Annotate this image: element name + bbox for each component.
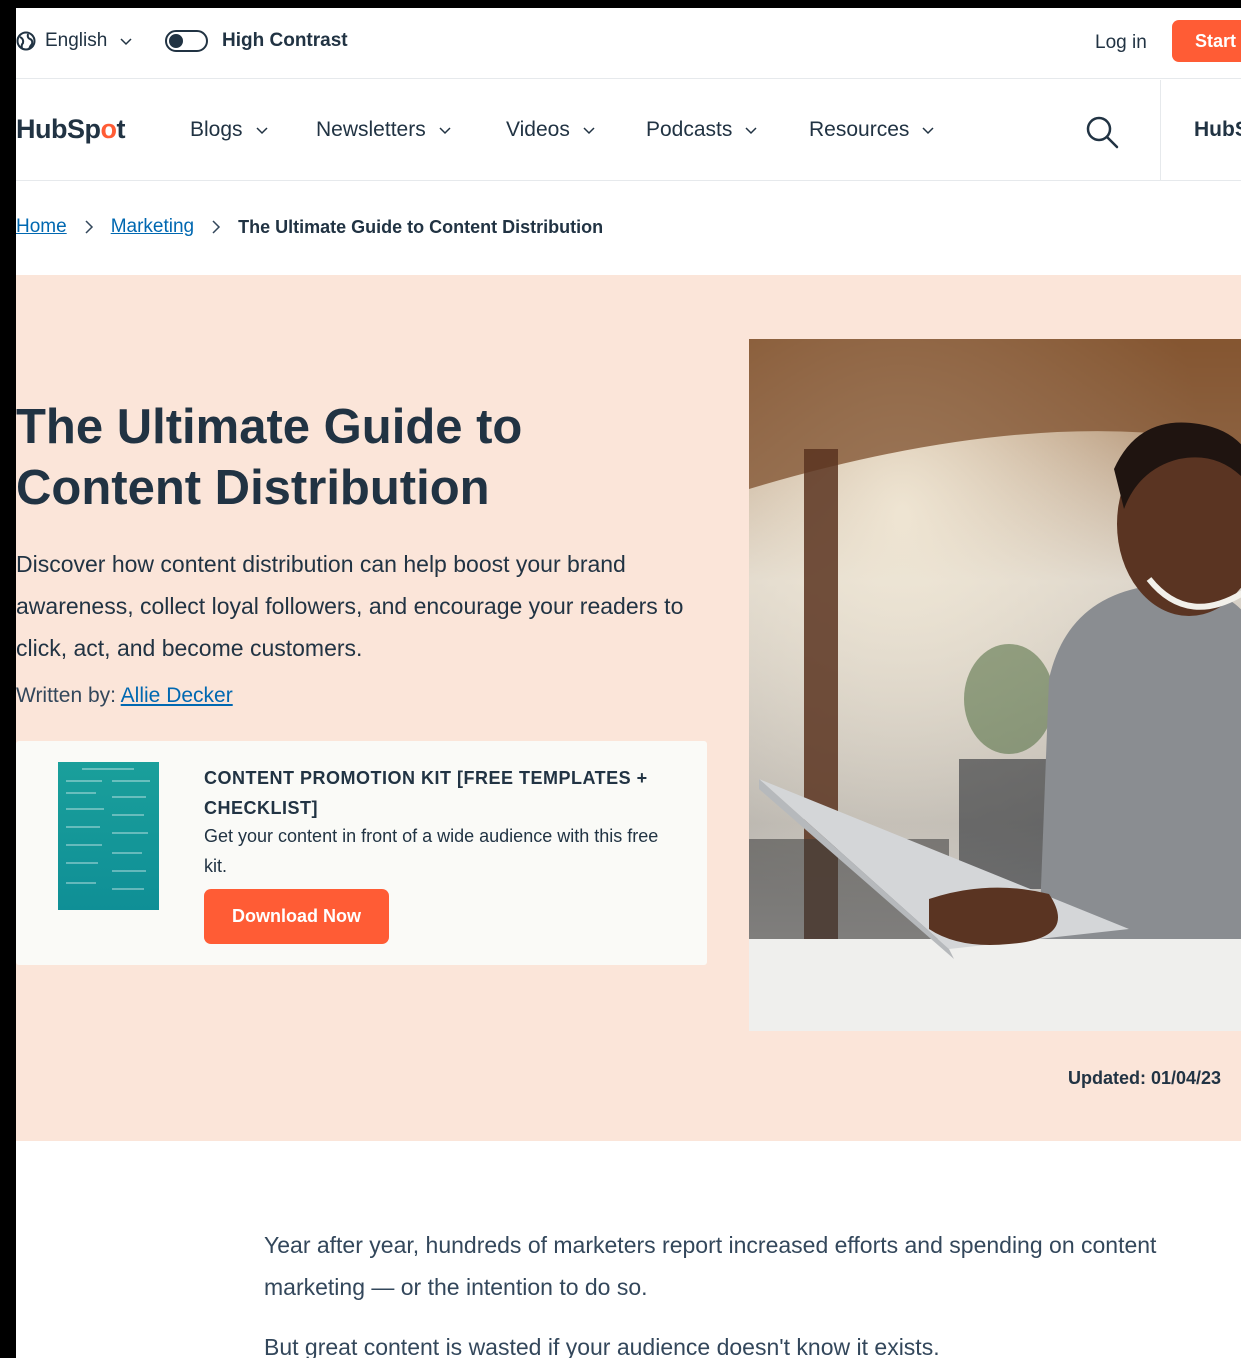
- offer-card: CONTENT PROMOTION KIT [FREE TEMPLATES + …: [16, 741, 707, 965]
- thumb-line: [66, 780, 102, 782]
- offer-thumbnail[interactable]: [58, 762, 159, 910]
- breadcrumb-current: The Ultimate Guide to Content Distributi…: [238, 216, 604, 237]
- chevron-down-icon: [583, 127, 595, 135]
- byline-label: Written by:: [16, 684, 116, 707]
- byline: Written by: Allie Decker: [16, 684, 233, 708]
- hubspot-logo[interactable]: HubSpot: [16, 114, 125, 145]
- article-body: Year after year, hundreds of marketers r…: [264, 1224, 1184, 1358]
- chevron-down-icon: [256, 127, 268, 135]
- article-paragraph: But great content is wasted if your audi…: [264, 1334, 940, 1358]
- logo-prefix: HubSp: [16, 114, 101, 144]
- utility-bar: English High Contrast Log in Start: [16, 8, 1241, 79]
- author-link[interactable]: Allie Decker: [121, 684, 233, 707]
- thumb-line: [66, 792, 96, 794]
- nav-label: Videos: [506, 118, 570, 141]
- page-title: The Ultimate Guide to Content Distributi…: [16, 400, 523, 515]
- offer-description: Get your content in front of a wide audi…: [204, 826, 659, 876]
- thumb-line: [112, 814, 144, 816]
- language-label: English: [45, 30, 108, 51]
- hero-section: The Ultimate Guide to Content Distributi…: [16, 275, 1241, 1141]
- search-icon[interactable]: [1085, 115, 1119, 149]
- nav-item-blogs[interactable]: Blogs: [190, 118, 268, 142]
- language-selector[interactable]: English: [16, 30, 132, 52]
- thumb-line: [112, 832, 148, 834]
- logo-suffix: t: [116, 114, 126, 144]
- nav-label: Blogs: [190, 118, 243, 141]
- offer-title: CONTENT PROMOTION KIT [FREE TEMPLATES + …: [204, 768, 648, 818]
- nav-label: Newsletters: [316, 118, 426, 141]
- thumb-line: [112, 852, 142, 854]
- login-link[interactable]: Log in: [1095, 32, 1147, 54]
- thumb-line: [66, 862, 98, 864]
- start-button[interactable]: Start: [1172, 20, 1241, 62]
- thumb-line: [82, 768, 134, 770]
- updated-date: Updated: 01/04/23: [1068, 1068, 1222, 1088]
- chevron-down-icon: [922, 127, 934, 135]
- hero-photo-illustration: [749, 339, 1241, 1031]
- toggle-knob: [169, 34, 183, 48]
- page: English High Contrast Log in Start HubSp…: [16, 8, 1241, 1358]
- article-paragraph: Year after year, hundreds of marketers r…: [264, 1232, 1157, 1300]
- download-now-button[interactable]: Download Now: [204, 889, 389, 944]
- chevron-right-icon: [85, 220, 93, 234]
- nav-label: Resources: [809, 118, 910, 141]
- chevron-down-icon: [439, 127, 451, 135]
- thumb-line: [112, 780, 150, 782]
- thumb-line: [66, 882, 96, 884]
- chevron-right-icon: [212, 220, 221, 234]
- thumb-line: [112, 888, 144, 890]
- logo-sprocket: o: [100, 114, 118, 144]
- thumb-line: [66, 808, 104, 810]
- main-nav: HubSpot Blogs Newsletters Videos Podcast…: [16, 80, 1241, 181]
- hubspot-products-link[interactable]: HubS: [1194, 118, 1241, 142]
- breadcrumb: Home Marketing The Ultimate Guide to Con…: [16, 216, 603, 238]
- toggle-switch[interactable]: [165, 30, 208, 52]
- hero-description: Discover how content distribution can he…: [16, 551, 684, 661]
- chevron-down-icon: [120, 38, 132, 46]
- nav-divider: [1160, 80, 1161, 181]
- breadcrumb-home[interactable]: Home: [16, 216, 67, 238]
- thumb-line: [66, 826, 100, 828]
- nav-item-resources[interactable]: Resources: [809, 118, 934, 142]
- nav-item-videos[interactable]: Videos: [506, 118, 595, 142]
- globe-icon: [16, 31, 36, 51]
- breadcrumb-marketing[interactable]: Marketing: [111, 216, 194, 238]
- nav-item-newsletters[interactable]: Newsletters: [316, 118, 451, 142]
- thumb-line: [112, 870, 146, 872]
- nav-item-podcasts[interactable]: Podcasts: [646, 118, 757, 142]
- hero-photo: [749, 339, 1241, 1031]
- thumb-line: [66, 844, 102, 846]
- thumb-line: [112, 796, 146, 798]
- chevron-down-icon: [745, 127, 757, 135]
- high-contrast-toggle[interactable]: High Contrast: [165, 30, 348, 52]
- high-contrast-label: High Contrast: [222, 30, 348, 51]
- nav-label: Podcasts: [646, 118, 733, 141]
